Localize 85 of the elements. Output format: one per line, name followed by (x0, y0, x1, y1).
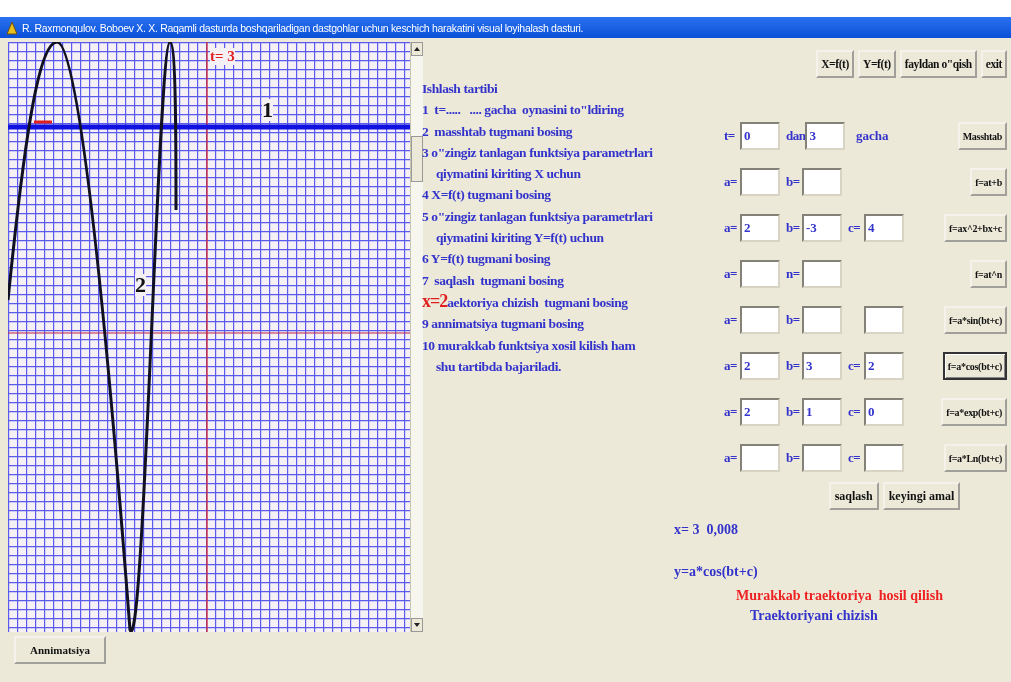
input-field[interactable]: 2 (740, 352, 780, 380)
input-field[interactable]: 2 (864, 352, 904, 380)
field-label: a= (724, 220, 738, 236)
input-field[interactable]: 0 (864, 398, 904, 426)
link[interactable]: Murakkab traektoriya hosil qilish (736, 588, 943, 604)
toolbar-button[interactable]: Y=f(t) (858, 50, 896, 78)
result-value: x= 3 0,008 (674, 522, 739, 538)
input-field[interactable] (740, 260, 780, 288)
input-field[interactable] (802, 444, 842, 472)
field-label: n= (786, 266, 801, 282)
input-field[interactable] (802, 306, 842, 334)
instruction-step: 5 o"zingiz tanlagan funktsiya parametrlari (422, 205, 722, 228)
instruction-step: qiymatini kiriting X uchun (422, 163, 722, 185)
instructions-heading: Ishlash tartibi (422, 80, 499, 98)
field-label: t= (724, 128, 736, 144)
input-field[interactable] (802, 168, 842, 196)
input-field[interactable]: 2 (740, 398, 780, 426)
field-label: b= (786, 358, 801, 374)
field-label: gacha (856, 128, 889, 144)
field-label: c= (848, 358, 862, 374)
field-label: b= (786, 404, 801, 420)
function-button[interactable]: f=a*sin(bt+c) (943, 306, 1007, 334)
field-label: c= (848, 220, 862, 236)
scrollbar[interactable] (410, 42, 423, 632)
field-label: b= (786, 174, 801, 190)
instruction-step: 7 saqlash tugmani bosing (422, 269, 722, 291)
function-button[interactable]: f=a*Ln(bt+c) (943, 444, 1007, 472)
toolbar-button[interactable]: X=f(t) (816, 50, 854, 78)
instruction-step: qiymatini kiriting Y=f(t) uchun (422, 227, 722, 249)
scroll-up-icon[interactable] (411, 42, 423, 56)
input-field[interactable] (740, 168, 780, 196)
function-button[interactable]: f=at+b (970, 168, 1007, 196)
instruction-step: 2 masshtab tugmani bosing (422, 120, 722, 142)
input-field[interactable]: 3 (805, 122, 846, 150)
input-field[interactable]: 0 (740, 122, 780, 150)
function-button[interactable]: Masshtab (957, 122, 1007, 150)
field-label: c= (848, 450, 862, 466)
input-field[interactable] (864, 444, 904, 472)
field-label: a= (724, 404, 738, 420)
field-label: a= (724, 358, 738, 374)
formula-text: y=a*cos(bt+c) (674, 564, 759, 580)
field-label: a= (724, 266, 738, 282)
action-button[interactable]: saqlash (828, 482, 879, 510)
input-field[interactable] (740, 444, 780, 472)
field-label: dan (786, 128, 806, 144)
scroll-down-icon[interactable] (411, 618, 423, 632)
animation-button[interactable]: Annimatsiya (14, 636, 106, 664)
curve-label: 2 (135, 274, 146, 296)
function-button[interactable]: f=at^n (970, 260, 1007, 288)
field-label: a= (724, 312, 738, 328)
input-field[interactable]: 2 (740, 214, 780, 242)
function-button[interactable]: f=a*cos(bt+c) (942, 352, 1007, 380)
toolbar-button[interactable]: exit (980, 50, 1007, 78)
instruction-step: 10 murakkab funktsiya xosil kilish ham (422, 334, 722, 356)
curve-label: 1 (262, 99, 273, 121)
input-field[interactable]: 1 (802, 398, 842, 426)
instruction-step: 6 Y=f(t) tugmani bosing (422, 248, 722, 270)
field-label: c= (848, 404, 862, 420)
field-label: a= (724, 174, 738, 190)
input-field[interactable]: 3 (802, 352, 842, 380)
link[interactable]: Traektoriyani chizish (750, 608, 878, 624)
input-field[interactable]: 4 (864, 214, 904, 242)
field-label: b= (786, 312, 801, 328)
field-label: b= (786, 450, 801, 466)
input-field[interactable] (740, 306, 780, 334)
field-label: b= (786, 220, 801, 236)
input-field[interactable] (802, 260, 842, 288)
window-title: R. Raxmonqulov. Boboev X. X. Raqamli dasturda boshqariladigan dastgohlar uchun keschich harakatini visual loyihalash dasturi. (22, 21, 584, 34)
app-icon (6, 20, 18, 35)
instruction-step: 4 X=f(t) tugmani bosing (422, 184, 722, 206)
instruction-step: 9 annimatsiya tugmani bosing (422, 313, 722, 335)
function-button[interactable]: f=a*exp(bt+c) (941, 398, 1007, 426)
field-label: a= (724, 450, 738, 466)
time-label: t= 3 (210, 48, 235, 65)
scrollbar-thumb[interactable] (411, 136, 423, 182)
function-button[interactable]: f=ax^2+bx+c (944, 214, 1007, 242)
instruction-step: 1 t=..... .... gacha oynasini to"ldiring (422, 99, 722, 121)
toolbar-button[interactable]: fayldan o"qish (899, 50, 977, 78)
x-marker-label: x=2 (422, 290, 448, 311)
input-field[interactable]: -3 (802, 214, 842, 242)
input-field[interactable] (864, 306, 904, 334)
instruction-step: aektoriya chizish tugmani bosing (447, 294, 628, 310)
instruction-step: shu tartibda bajariladi. (422, 355, 722, 378)
instruction-step: 3 o"zingiz tanlagan funktsiya parametrlari (422, 141, 722, 164)
action-button[interactable]: keyingi amal (882, 482, 961, 510)
